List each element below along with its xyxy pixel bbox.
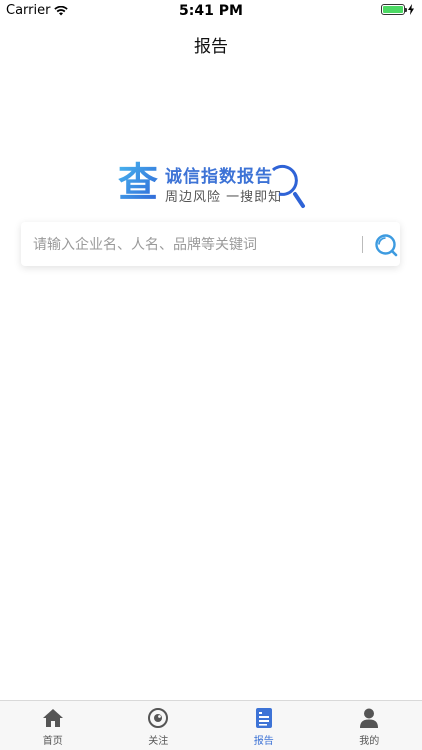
search-divider — [362, 236, 363, 253]
tab-report[interactable]: 报告 — [211, 701, 317, 750]
cha-logo-icon: 查 — [118, 160, 158, 202]
eye-icon — [148, 708, 169, 728]
tab-mine[interactable]: 我的 — [317, 701, 422, 750]
status-bar: Carrier 5:41 PM — [0, 0, 422, 22]
tab-mine-label: 我的 — [359, 736, 380, 747]
charging-bolt-icon — [408, 4, 414, 15]
battery-icon — [381, 4, 407, 15]
person-icon — [360, 708, 379, 728]
logo-title: 诚信指数报告 — [165, 167, 273, 187]
magnifier-icon — [271, 164, 305, 208]
app-screen: Carrier 5:41 PM 报告 查 诚信指数报告 周边风险 一搜即知 请输… — [0, 0, 422, 750]
page-title: 报告 — [194, 37, 228, 57]
report-icon — [255, 708, 272, 728]
battery-group — [381, 4, 414, 15]
tab-report-label: 报告 — [253, 736, 274, 747]
tab-bar: 首页 关注 报告 我的 — [0, 700, 422, 750]
clock: 5:41 PM — [179, 3, 243, 19]
tab-follow-label: 关注 — [148, 736, 169, 747]
logo-subtitle: 周边风险 一搜即知 — [165, 190, 283, 205]
tab-follow[interactable]: 关注 — [106, 701, 212, 750]
tab-home[interactable]: 首页 — [0, 701, 106, 750]
tab-home-label: 首页 — [42, 736, 63, 747]
report-logo: 查 诚信指数报告 周边风险 一搜即知 — [117, 158, 307, 212]
search-icon[interactable] — [373, 232, 399, 258]
home-icon — [42, 709, 63, 727]
search-bar — [21, 222, 400, 268]
search-input[interactable] — [31, 222, 335, 268]
cha-character: 查 — [118, 160, 158, 202]
